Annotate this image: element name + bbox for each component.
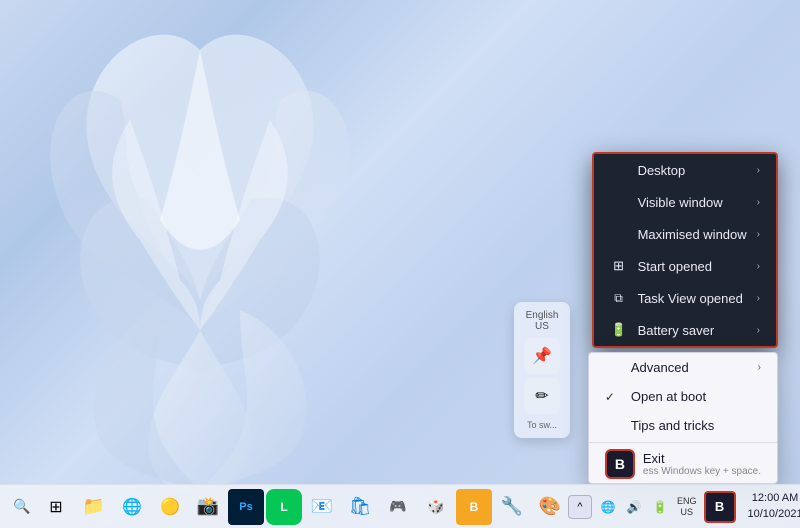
task-view-label: Task View opened bbox=[638, 291, 747, 306]
menu-divider bbox=[589, 442, 777, 443]
start-opened-label: Start opened bbox=[638, 259, 747, 274]
clock-date: 10/10/2021 bbox=[748, 507, 800, 522]
battery-saver-arrow: › bbox=[757, 325, 760, 336]
tray-lang[interactable]: ENG US bbox=[674, 496, 700, 518]
taskbar-app-mail[interactable]: 📧 bbox=[304, 489, 340, 525]
context-menu-light: Advanced › ✓ Open at boot Tips and trick… bbox=[588, 352, 778, 484]
start-opened-icon: ⊞ bbox=[610, 257, 628, 275]
clock-time: 12:00 AM bbox=[752, 491, 798, 506]
menu-item-open-at-boot[interactable]: ✓ Open at boot bbox=[589, 382, 777, 411]
language-label: English US bbox=[526, 310, 559, 332]
menu-item-start-opened[interactable]: ⊞ Start opened › bbox=[594, 250, 776, 282]
taskbar-app-tool[interactable]: 🔧 bbox=[494, 489, 530, 525]
desktop-arrow: › bbox=[757, 165, 760, 176]
context-menu-wrapper: Desktop › Visible window › Maximised win… bbox=[588, 152, 778, 484]
menu-item-advanced[interactable]: Advanced › bbox=[589, 353, 777, 382]
tray-app-highlighted[interactable]: B bbox=[704, 491, 736, 523]
visible-window-icon bbox=[610, 193, 628, 211]
menu-item-visible-window[interactable]: Visible window › bbox=[594, 186, 776, 218]
tray-lang-us: US bbox=[681, 507, 694, 518]
taskbar-right: ^ 🌐 🔊 🔋 ENG US B 12:00 AM 10/10/2021 bbox=[568, 489, 800, 525]
task-view-icon: ⧉ bbox=[610, 289, 628, 307]
taskbar-app-photos[interactable]: 📸 bbox=[190, 489, 226, 525]
tray-sound-icon[interactable]: 🔊 bbox=[622, 495, 646, 519]
taskbar-app-b[interactable]: B bbox=[456, 489, 492, 525]
menu-item-task-view[interactable]: ⧉ Task View opened › bbox=[594, 282, 776, 314]
battery-saver-icon: 🔋 bbox=[610, 321, 628, 339]
tray-lang-eng: ENG bbox=[677, 496, 697, 507]
taskbar-tray: 🌐 🔊 🔋 ENG US bbox=[596, 495, 700, 519]
exit-label: Exit bbox=[643, 451, 761, 466]
open-at-boot-check: ✓ bbox=[605, 390, 621, 404]
tray-network-icon[interactable]: 🌐 bbox=[596, 495, 620, 519]
exit-app-icon: B bbox=[605, 449, 635, 479]
taskbar-app-line[interactable]: L bbox=[266, 489, 302, 525]
menu-item-maximised-window[interactable]: Maximised window › bbox=[594, 218, 776, 250]
desktop-icon bbox=[610, 161, 628, 179]
visible-window-label: Visible window bbox=[638, 195, 747, 210]
maximised-window-icon bbox=[610, 225, 628, 243]
exit-shortcut: ess Windows key + space. bbox=[643, 466, 761, 477]
taskbar-app-ps[interactable]: Ps bbox=[228, 489, 264, 525]
taskbar-start-button[interactable]: ⊞ bbox=[38, 489, 74, 525]
exit-content: Exit ess Windows key + space. bbox=[643, 451, 761, 477]
advanced-label: Advanced bbox=[631, 360, 748, 375]
taskbar-app-store[interactable]: 🛍 bbox=[342, 489, 378, 525]
maximised-window-arrow: › bbox=[757, 229, 760, 240]
desktop-wallpaper bbox=[0, 0, 500, 510]
taskbar-clock[interactable]: 12:00 AM 10/10/2021 bbox=[740, 489, 800, 524]
menu-item-exit[interactable]: B Exit ess Windows key + space. bbox=[589, 445, 777, 483]
battery-saver-label: Battery saver bbox=[638, 323, 747, 338]
taskbar-app-chrome[interactable]: 🟡 bbox=[152, 489, 188, 525]
task-view-arrow: › bbox=[757, 293, 760, 304]
tray-battery-icon[interactable]: 🔋 bbox=[648, 495, 672, 519]
open-at-boot-label: Open at boot bbox=[631, 389, 761, 404]
tray-overflow-button[interactable]: ^ bbox=[568, 495, 592, 519]
taskbar-app-edge[interactable]: 🌐 bbox=[114, 489, 150, 525]
taskbar-search-button[interactable]: 🔍 bbox=[8, 493, 36, 521]
visible-window-arrow: › bbox=[757, 197, 760, 208]
taskbar: 🔍 ⊞ 📁 🌐 🟡 📸 Ps L 📧 🛍 🎮 🎲 B 🔧 🎨 ^ bbox=[0, 484, 800, 528]
taskbar-icons: 🔍 ⊞ 📁 🌐 🟡 📸 Ps L 📧 🛍 🎮 🎲 B 🔧 🎨 bbox=[0, 489, 568, 525]
maximised-window-label: Maximised window bbox=[638, 227, 747, 242]
menu-item-tips-tricks[interactable]: Tips and tricks bbox=[589, 411, 777, 440]
taskbar-app-art[interactable]: 🎨 bbox=[532, 489, 568, 525]
to-switch-label: To sw... bbox=[527, 420, 557, 430]
menu-item-battery-saver[interactable]: 🔋 Battery saver › bbox=[594, 314, 776, 346]
floating-icon-2: ✏ bbox=[524, 378, 560, 414]
taskbar-app-game2[interactable]: 🎲 bbox=[418, 489, 454, 525]
taskbar-app-game1[interactable]: 🎮 bbox=[380, 489, 416, 525]
start-opened-arrow: › bbox=[757, 261, 760, 272]
taskbar-app-files[interactable]: 📁 bbox=[76, 489, 112, 525]
context-menu-dark: Desktop › Visible window › Maximised win… bbox=[592, 152, 778, 348]
desktop-label: Desktop bbox=[638, 163, 747, 178]
advanced-arrow: › bbox=[758, 362, 761, 373]
desktop: English US 📌 ✏ To sw... Desktop › Visibl… bbox=[0, 0, 800, 528]
floating-icon-1: 📌 bbox=[524, 338, 560, 374]
language-panel: English US 📌 ✏ To sw... bbox=[514, 302, 570, 438]
menu-item-desktop[interactable]: Desktop › bbox=[594, 154, 776, 186]
tips-tricks-label: Tips and tricks bbox=[631, 418, 761, 433]
